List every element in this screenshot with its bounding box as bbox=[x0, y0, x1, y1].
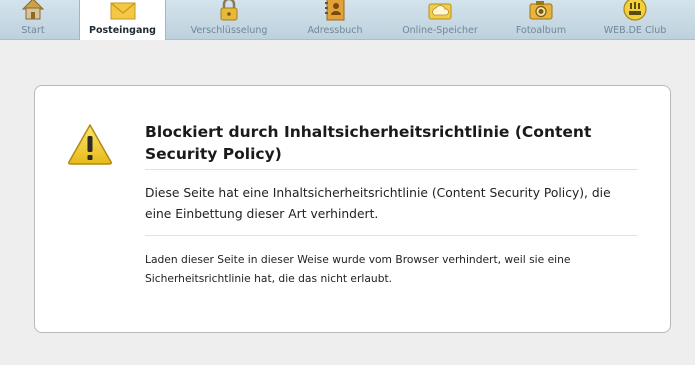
club-badge-icon bbox=[623, 0, 647, 21]
nav-tab-label: Adressbuch bbox=[307, 25, 363, 36]
envelope-icon bbox=[110, 2, 135, 20]
nav-tab-adressbuch[interactable]: Adressbuch bbox=[297, 0, 373, 40]
nav-tab-webde-club[interactable]: WEB.DE Club bbox=[592, 0, 678, 40]
warning-icon bbox=[68, 124, 112, 165]
top-navigation: Start Posteingang Verschlüsselung Adress… bbox=[0, 0, 695, 40]
error-panel: Blockiert durch Inhaltsicherheitsrichtli… bbox=[34, 85, 671, 333]
nav-tab-label: Verschlüsselung bbox=[190, 25, 268, 36]
nav-tab-label: Start bbox=[21, 25, 45, 36]
nav-tab-label: Posteingang bbox=[89, 25, 156, 36]
nav-tab-label: WEB.DE Club bbox=[603, 25, 667, 36]
nav-tab-label: Online-Speicher bbox=[402, 25, 478, 36]
nav-tab-label: Fotoalbum bbox=[515, 25, 567, 36]
error-content: Blockiert durch Inhaltsicherheitsrichtli… bbox=[145, 121, 638, 288]
nav-tab-fotoalbum[interactable]: Fotoalbum bbox=[507, 0, 575, 40]
cloud-folder-icon bbox=[428, 3, 452, 20]
error-title: Blockiert durch Inhaltsicherheitsrichtli… bbox=[145, 123, 592, 163]
nav-tab-online-speicher[interactable]: Online-Speicher bbox=[391, 0, 489, 40]
nav-tab-start[interactable]: Start bbox=[0, 0, 66, 40]
error-description: Diese Seite hat eine Inhaltsicherheitsri… bbox=[145, 186, 611, 221]
divider bbox=[145, 169, 638, 170]
camera-icon bbox=[529, 1, 553, 20]
error-detail: Laden dieser Seite in dieser Weise wurde… bbox=[145, 253, 571, 285]
house-icon bbox=[21, 0, 45, 20]
nav-tab-verschluesselung[interactable]: Verschlüsselung bbox=[180, 0, 278, 40]
divider bbox=[145, 235, 638, 236]
address-book-icon bbox=[325, 0, 345, 21]
nav-tab-posteingang[interactable]: Posteingang bbox=[79, 0, 166, 40]
padlock-icon bbox=[220, 0, 238, 21]
